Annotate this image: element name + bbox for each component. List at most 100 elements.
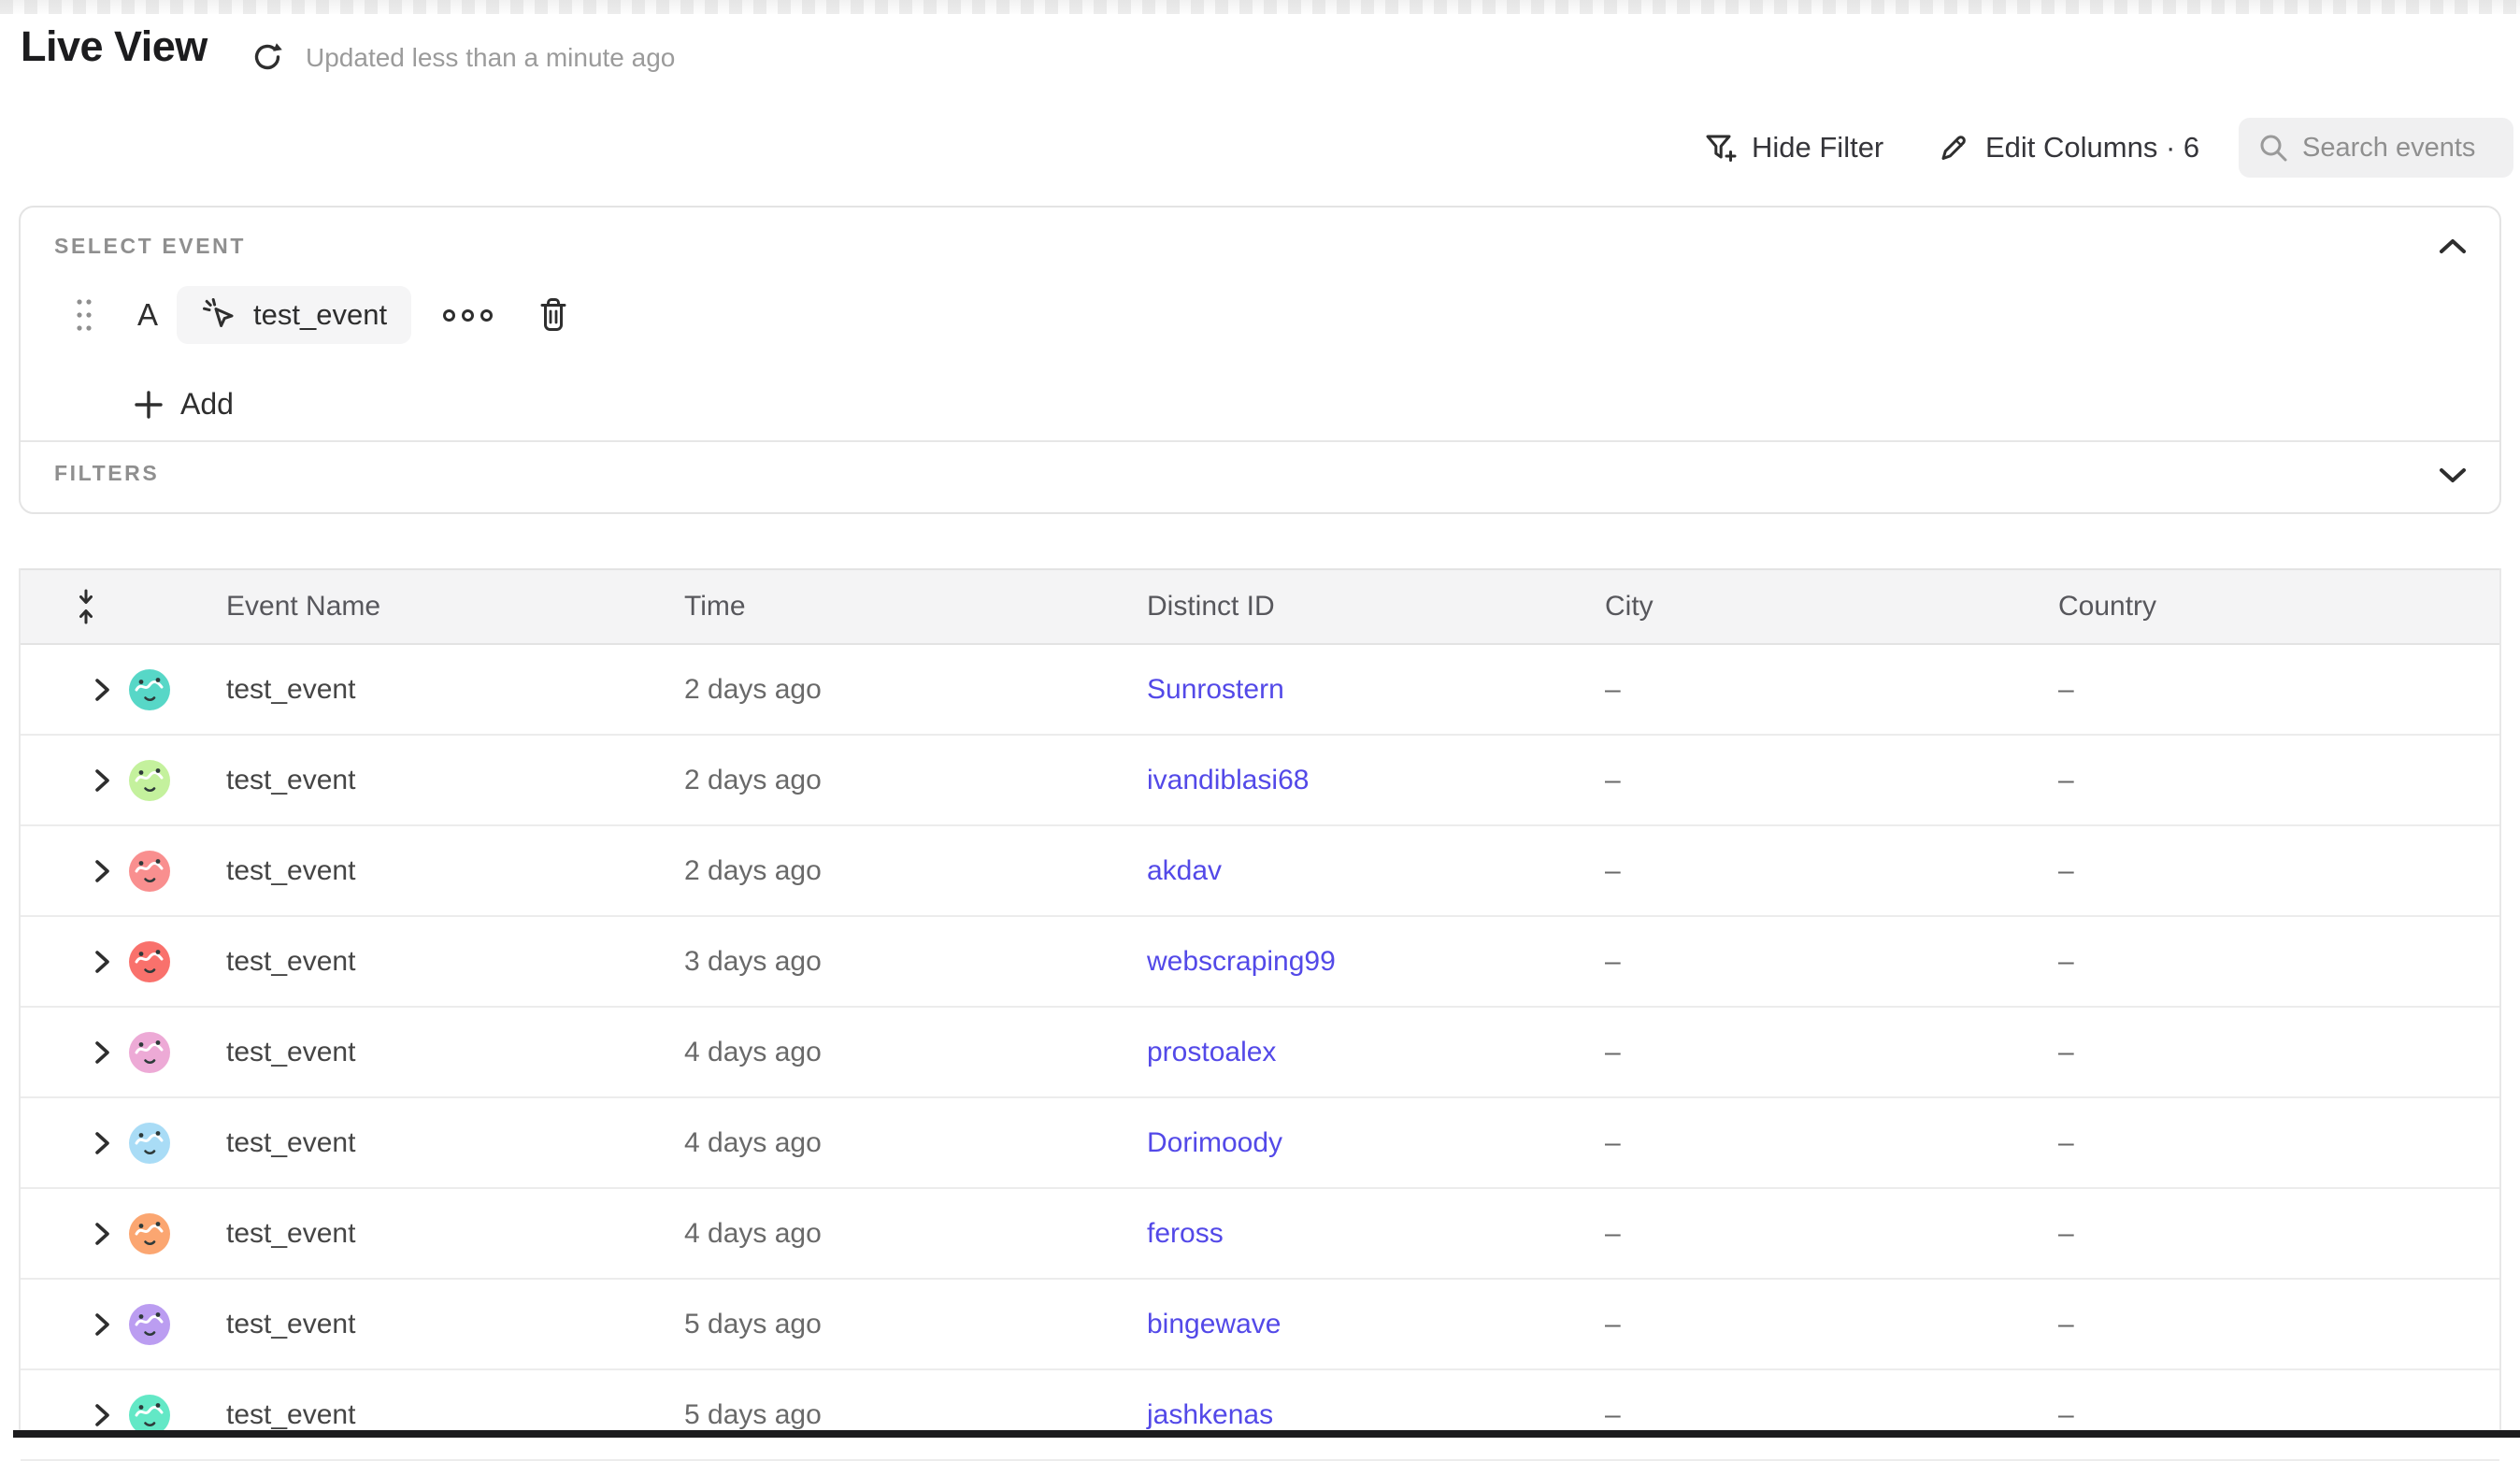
plus-icon (134, 390, 164, 420)
distinct-id-link[interactable]: akdav (1147, 855, 1222, 887)
distinct-id-link[interactable]: webscraping99 (1147, 946, 1336, 978)
row-expand-button[interactable] (88, 948, 116, 976)
event-options-button[interactable] (437, 304, 498, 327)
time-cell: 4 days ago (684, 1037, 822, 1068)
drag-handle[interactable] (76, 298, 93, 332)
edit-columns-button[interactable]: Edit Columns · 6 (1937, 127, 2199, 168)
distinct-id-link[interactable]: prostoalex (1147, 1037, 1276, 1068)
row-expand-button[interactable] (88, 1038, 116, 1067)
last-updated-text: Updated less than a minute ago (306, 43, 675, 73)
city-cell: – (1605, 765, 1621, 796)
event-name-cell: test_event (226, 1127, 355, 1159)
avatar[interactable] (129, 851, 170, 892)
filters-label: FILTERS (54, 461, 159, 486)
chevron-right-icon (88, 857, 116, 885)
city-cell: – (1605, 1399, 1621, 1431)
row-expand-button[interactable] (88, 1129, 116, 1157)
table-body: test_event 2 days ago Sunrostern – – tes… (21, 645, 2499, 1461)
row-expand-button[interactable] (88, 1401, 116, 1429)
event-name-cell: test_event (226, 1309, 355, 1340)
time-cell: 5 days ago (684, 1399, 822, 1431)
table-row: test_event 4 days ago Dorimoody – – (21, 1098, 2499, 1189)
distinct-id-link[interactable]: jashkenas (1147, 1399, 1273, 1431)
hide-filter-button[interactable]: Hide Filter (1703, 127, 1883, 168)
city-cell: – (1605, 1218, 1621, 1250)
event-step-letter: A (137, 297, 158, 333)
chevron-right-icon (88, 1220, 116, 1248)
distinct-id-link[interactable]: ivandiblasi68 (1147, 765, 1309, 796)
trash-icon[interactable] (536, 296, 571, 334)
distinct-id-link[interactable]: Dorimoody (1147, 1127, 1282, 1159)
chevron-up-icon[interactable] (2438, 237, 2468, 256)
event-config-row: A test_event (76, 286, 571, 344)
event-name-cell: test_event (226, 1399, 355, 1431)
row-expand-button[interactable] (88, 766, 116, 795)
time-cell: 2 days ago (684, 855, 822, 887)
time-cell: 2 days ago (684, 674, 822, 706)
chevron-right-icon (88, 1129, 116, 1157)
city-cell: – (1605, 1037, 1621, 1068)
chevron-right-icon (88, 1311, 116, 1339)
row-expand-button[interactable] (88, 857, 116, 885)
time-cell: 2 days ago (684, 765, 822, 796)
column-header-event-name[interactable]: Event Name (226, 591, 380, 623)
table-row: test_event 2 days ago ivandiblasi68 – – (21, 736, 2499, 826)
time-cell: 4 days ago (684, 1127, 822, 1159)
event-name-cell: test_event (226, 1218, 355, 1250)
event-selector-chip[interactable]: test_event (177, 286, 411, 344)
country-cell: – (2058, 1309, 2074, 1340)
chevron-down-icon[interactable] (2438, 466, 2468, 484)
table-row: test_event 2 days ago Sunrostern – – (21, 645, 2499, 736)
avatar[interactable] (129, 1395, 170, 1436)
row-expand-button[interactable] (88, 1220, 116, 1248)
column-header-country[interactable]: Country (2058, 591, 2156, 623)
event-name-cell: test_event (226, 765, 355, 796)
search-events-box[interactable] (2239, 118, 2513, 178)
time-cell: 5 days ago (684, 1309, 822, 1340)
event-name-cell: test_event (226, 1037, 355, 1068)
column-header-distinct-id[interactable]: Distinct ID (1147, 591, 1275, 623)
event-name-cell: test_event (226, 855, 355, 887)
distinct-id-link[interactable]: Sunrostern (1147, 674, 1284, 706)
avatar[interactable] (129, 669, 170, 710)
city-cell: – (1605, 946, 1621, 978)
events-table: Event Name Time Distinct ID City Country… (19, 568, 2501, 1438)
add-button-label: Add (180, 387, 234, 422)
collapse-rows-icon (71, 589, 101, 624)
row-expand-button[interactable] (88, 1311, 116, 1339)
avatar[interactable] (129, 1123, 170, 1164)
avatar[interactable] (129, 1304, 170, 1345)
table-header-row: Event Name Time Distinct ID City Country (21, 568, 2499, 645)
country-cell: – (2058, 1399, 2074, 1431)
chevron-right-icon (88, 676, 116, 704)
pencil-icon (1937, 131, 1970, 165)
search-events-input[interactable] (2302, 133, 2480, 164)
country-cell: – (2058, 674, 2074, 706)
collapse-all-button[interactable] (71, 589, 101, 624)
refresh-button[interactable] (250, 39, 285, 75)
select-event-label: SELECT EVENT (54, 234, 246, 259)
filter-icon (1703, 131, 1737, 165)
column-header-city[interactable]: City (1605, 591, 1654, 623)
country-cell: – (2058, 1037, 2074, 1068)
country-cell: – (2058, 1127, 2074, 1159)
table-row: test_event 5 days ago bingewave – – (21, 1280, 2499, 1370)
avatar[interactable] (129, 1213, 170, 1254)
distinct-id-link[interactable]: bingewave (1147, 1309, 1281, 1340)
table-row: test_event 3 days ago webscraping99 – – (21, 917, 2499, 1008)
country-cell: – (2058, 855, 2074, 887)
search-icon (2257, 132, 2289, 164)
avatar[interactable] (129, 941, 170, 982)
city-cell: – (1605, 674, 1621, 706)
avatar[interactable] (129, 1032, 170, 1073)
add-event-button[interactable]: Add (134, 387, 234, 422)
avatar[interactable] (129, 760, 170, 801)
row-expand-button[interactable] (88, 676, 116, 704)
distinct-id-link[interactable]: feross (1147, 1218, 1224, 1250)
refresh-icon (250, 39, 285, 75)
page-title: Live View (21, 22, 208, 71)
column-header-time[interactable]: Time (684, 591, 746, 623)
hide-filter-label: Hide Filter (1752, 131, 1883, 165)
country-cell: – (2058, 946, 2074, 978)
edit-columns-label: Edit Columns · 6 (1985, 131, 2199, 165)
